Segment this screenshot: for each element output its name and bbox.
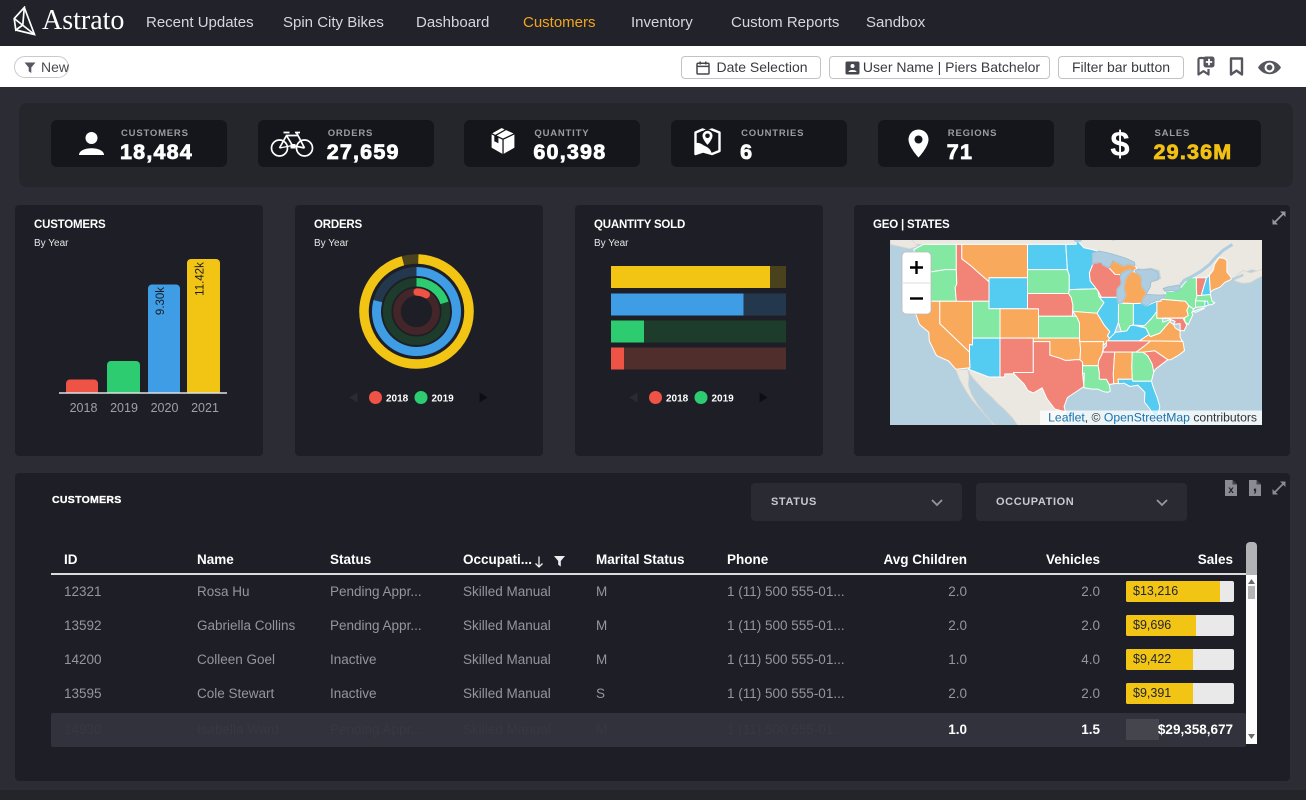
svg-text:2019: 2019 [712, 394, 735, 405]
svg-text:2019: 2019 [432, 394, 455, 405]
svg-text:x: x [1228, 485, 1234, 496]
svg-text:9.30k: 9.30k [155, 287, 167, 315]
svg-text:$: $ [1110, 125, 1129, 163]
svg-text:2019: 2019 [110, 401, 138, 415]
svg-text:2018: 2018 [70, 401, 98, 415]
svg-text:2018: 2018 [386, 394, 409, 405]
svg-text:2021: 2021 [191, 401, 219, 415]
svg-text:2018: 2018 [666, 394, 689, 405]
svg-text:11.42k: 11.42k [195, 262, 207, 296]
svg-text:Leaflet, © OpenStreetMap contr: Leaflet, © OpenStreetMap contributors [1048, 411, 1257, 425]
svg-text:2020: 2020 [151, 401, 179, 415]
svg-text:,: , [1253, 479, 1257, 495]
